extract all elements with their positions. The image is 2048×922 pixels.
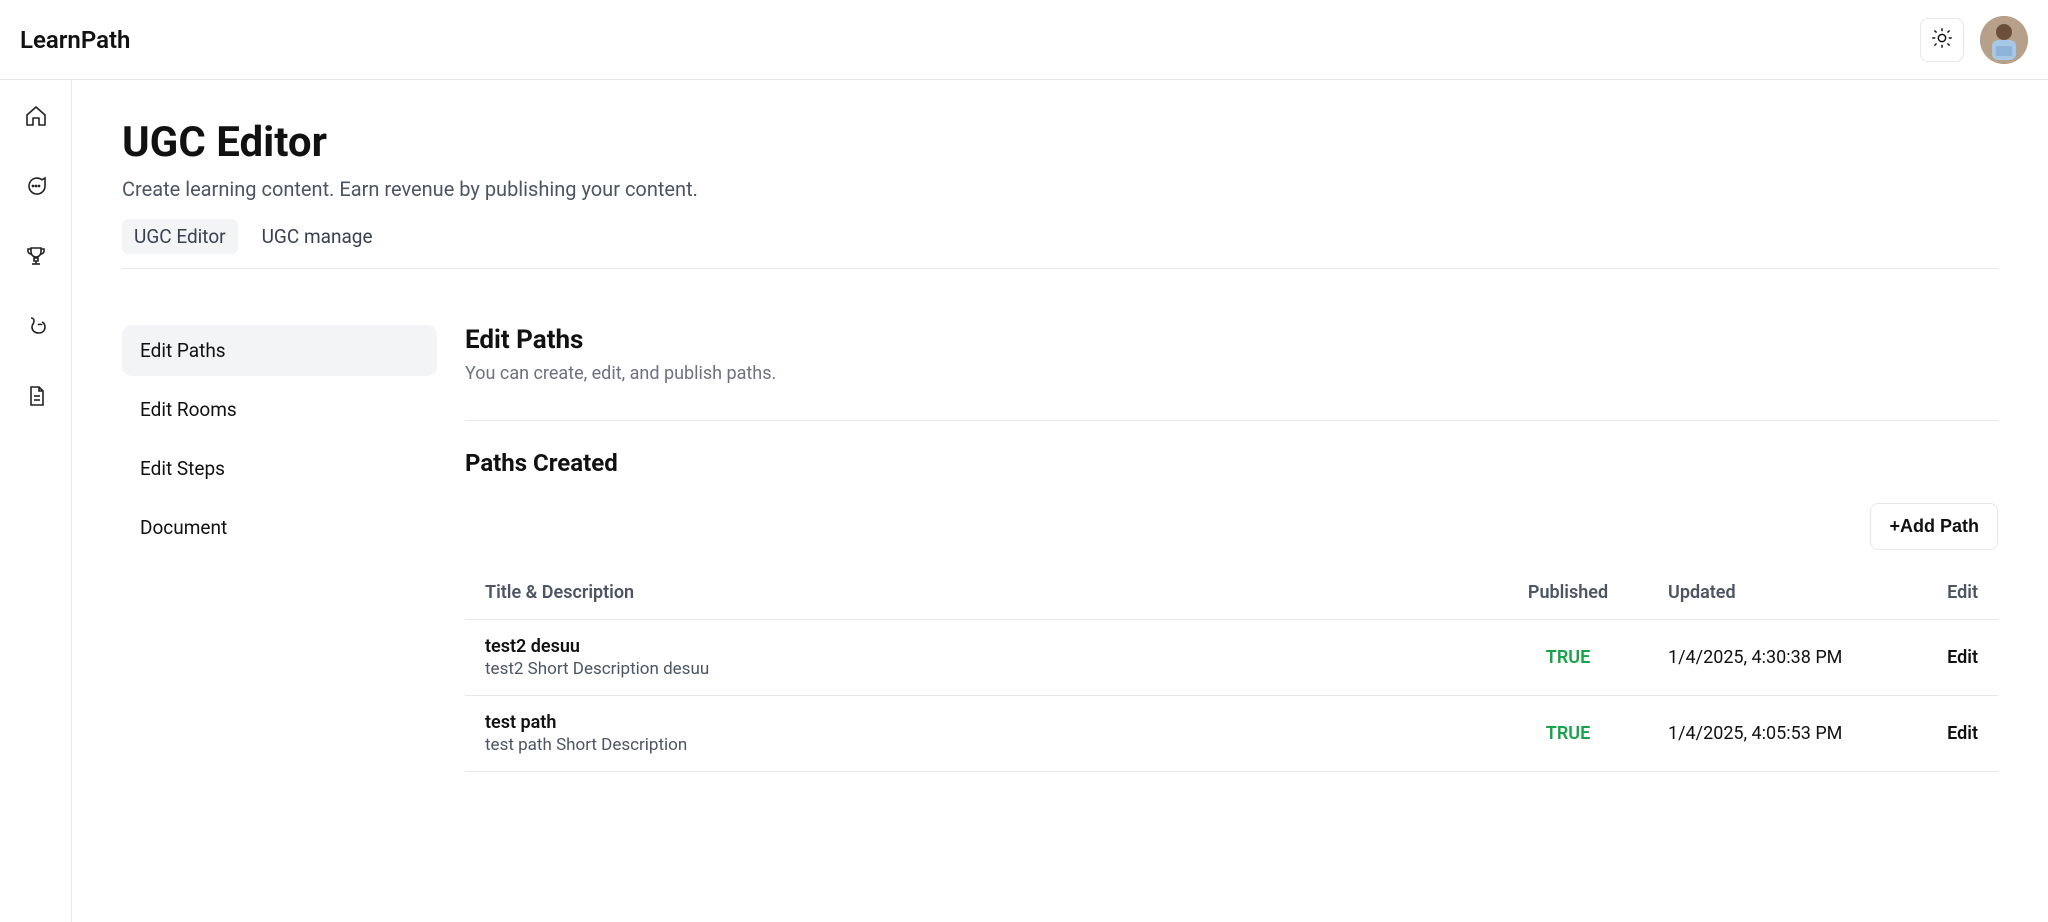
theme-toggle-button[interactable] — [1920, 18, 1964, 62]
home-icon — [24, 104, 48, 132]
col-edit: Edit — [1908, 566, 1998, 620]
paths-table: Title & Description Published Updated Ed… — [465, 566, 1998, 772]
sidenav-edit-rooms[interactable]: Edit Rooms — [122, 384, 437, 435]
published-badge: TRUE — [1546, 647, 1590, 668]
topbar: LearnPath — [0, 0, 2048, 80]
rail-document[interactable] — [18, 380, 54, 416]
brand-title[interactable]: LearnPath — [20, 26, 130, 54]
col-updated: Updated — [1648, 566, 1908, 620]
divider — [465, 420, 1998, 421]
view-tabs: UGC Editor UGC manage — [122, 219, 1998, 269]
muscle-icon — [24, 314, 48, 342]
rail-home[interactable] — [18, 100, 54, 136]
sun-icon — [1931, 27, 1953, 53]
main-content: UGC Editor Create learning content. Earn… — [72, 80, 2048, 922]
chat-icon — [24, 174, 48, 202]
section-heading: Edit Paths — [465, 325, 1998, 355]
section-description: You can create, edit, and publish paths. — [465, 363, 1998, 384]
topbar-actions — [1920, 16, 2028, 64]
table-header-row: Title & Description Published Updated Ed… — [465, 566, 1998, 620]
table-row: test2 desuu test2 Short Description desu… — [465, 620, 1998, 696]
tab-ugc-editor[interactable]: UGC Editor — [122, 219, 238, 254]
col-title: Title & Description — [465, 566, 1488, 620]
row-description: test2 Short Description desuu — [485, 659, 1468, 679]
document-icon — [24, 384, 48, 412]
editor-panel: Edit Paths You can create, edit, and pub… — [465, 325, 1998, 772]
subsection-heading: Paths Created — [465, 449, 1998, 477]
rail-trophy[interactable] — [18, 240, 54, 276]
tab-ugc-manage[interactable]: UGC manage — [250, 219, 385, 254]
table-row: test path test path Short Description TR… — [465, 696, 1998, 772]
trophy-icon — [24, 244, 48, 272]
row-title: test path — [485, 712, 1468, 733]
sidenav-edit-steps[interactable]: Edit Steps — [122, 443, 437, 494]
left-rail — [0, 80, 72, 922]
col-published: Published — [1488, 566, 1648, 620]
page-title: UGC Editor — [122, 118, 1998, 167]
sidenav-edit-paths[interactable]: Edit Paths — [122, 325, 437, 376]
rail-strength[interactable] — [18, 310, 54, 346]
row-title: test2 desuu — [485, 636, 1468, 657]
page-subtitle: Create learning content. Earn revenue by… — [122, 177, 1998, 201]
rail-chat[interactable] — [18, 170, 54, 206]
row-updated: 1/4/2025, 4:05:53 PM — [1648, 696, 1908, 772]
published-badge: TRUE — [1546, 723, 1590, 744]
edit-row-button[interactable]: Edit — [1947, 723, 1978, 744]
avatar-icon — [1980, 16, 2028, 64]
editor-side-nav: Edit Paths Edit Rooms Edit Steps Documen… — [122, 325, 437, 772]
paths-toolbar: +Add Path — [465, 503, 1998, 550]
sidenav-document[interactable]: Document — [122, 502, 437, 553]
add-path-button[interactable]: +Add Path — [1870, 503, 1998, 550]
row-description: test path Short Description — [485, 735, 1468, 755]
row-updated: 1/4/2025, 4:30:38 PM — [1648, 620, 1908, 696]
edit-row-button[interactable]: Edit — [1947, 647, 1978, 668]
avatar[interactable] — [1980, 16, 2028, 64]
